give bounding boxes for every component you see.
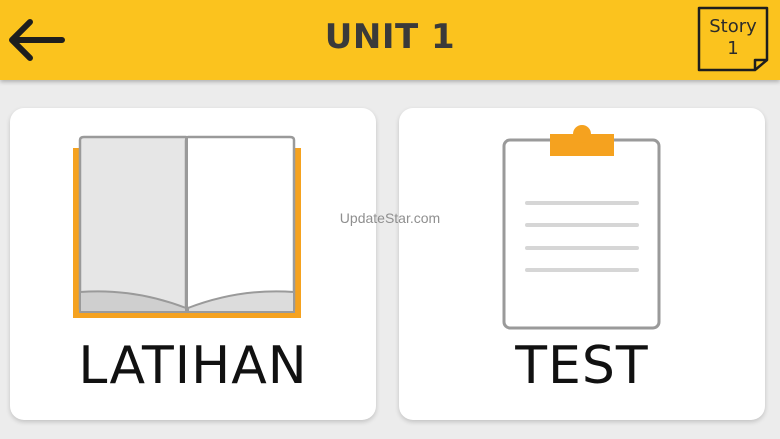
test-label: TEST: [515, 336, 649, 396]
story-label-line2: 1: [727, 38, 739, 59]
top-bar: UNIT 1 Story 1: [0, 0, 780, 80]
page-title: UNIT 1: [324, 17, 456, 57]
latihan-card[interactable]: LATIHAN: [10, 108, 376, 420]
watermark: UpdateStar.com: [339, 210, 441, 226]
story-button[interactable]: Story 1: [697, 6, 769, 72]
story-label-line1: Story: [709, 16, 757, 37]
story-label: Story 1: [697, 16, 769, 60]
latihan-label: LATIHAN: [78, 336, 308, 396]
test-card[interactable]: TEST: [399, 108, 765, 420]
